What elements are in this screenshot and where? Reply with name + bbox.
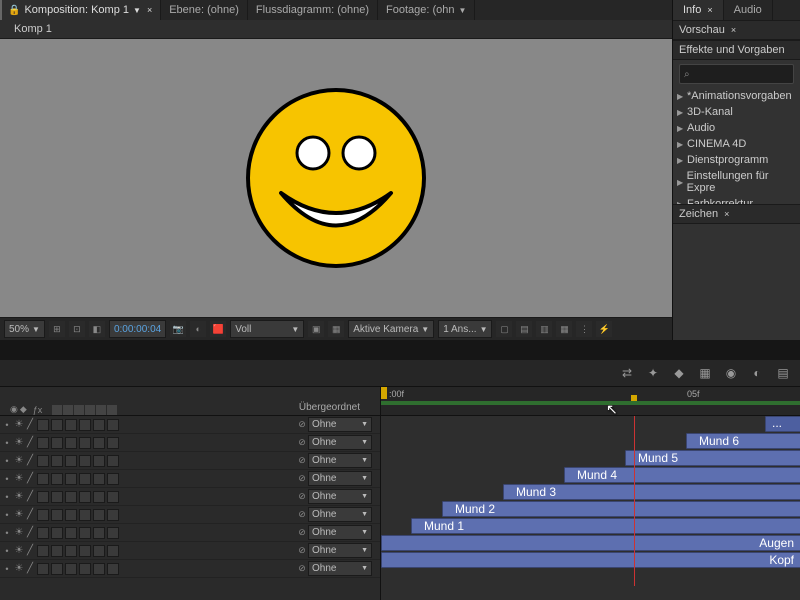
tool-icon[interactable]: ✦ [644,364,662,382]
view-icon-2[interactable]: ▤ [516,321,532,337]
layer-row[interactable]: •☀╱⊘Ohne▼ [0,470,380,488]
chevron-down-icon[interactable]: ▼ [133,6,141,15]
effects-item[interactable]: ▶CINEMA 4D [673,136,800,152]
parent-select[interactable]: Ohne▼ [308,435,372,450]
layer-bar-mund2[interactable]: Mund 2 [442,501,800,517]
panel-effects-header[interactable]: Effekte und Vorgaben [673,40,800,60]
timeline-panel: ⇄ ✦ ◆ ▦ ◉ ◐ ▤ ◉ ◆ ƒx Übergeordnet [0,360,800,600]
view-icon-1[interactable]: ▢ [496,321,512,337]
snapshot-icon[interactable]: 📷 [170,321,186,337]
layer-row[interactable]: •☀╱⊘Ohne▼ [0,560,380,578]
layer-row[interactable]: •☀╱⊘Ohne▼ [0,524,380,542]
roi-icon[interactable]: ▣ [308,321,324,337]
viewer-status-bar: 50%▼ ⊞ ⊡ ◧ 0:00:00:04 📷 ◐ 🟥 Voll▼ ▣ ▦ Ak… [0,317,672,340]
parent-select[interactable]: Ohne▼ [308,453,372,468]
channel-icon[interactable]: ◐ [190,321,206,337]
timeline-toolbar: ⇄ ✦ ◆ ▦ ◉ ◐ ▤ [0,360,800,386]
close-icon[interactable]: × [147,5,152,15]
effects-item[interactable]: ▶*Animationsvorgaben [673,88,800,104]
effects-item[interactable]: ▶Dienstprogramm [673,152,800,168]
layer-bar-mund6[interactable]: Mund 6 [686,433,800,449]
parent-select[interactable]: Ohne▼ [308,471,372,486]
effects-list: ▶*Animationsvorgaben ▶3D-Kanal ▶Audio ▶C… [673,88,800,204]
panel-preview-header[interactable]: Vorschau× [673,20,800,40]
effects-search[interactable]: ⌕ [679,64,794,84]
resolution-select[interactable]: Voll▼ [230,320,304,338]
viewer-tabs: 🔒Komposition: Komp 1▼× Ebene: (ohne) Flu… [0,0,672,20]
tool-icon[interactable]: ▦ [696,364,714,382]
view-icon-4[interactable]: ▦ [556,321,572,337]
parent-select[interactable]: Ohne▼ [308,525,372,540]
tool-icon[interactable]: ▤ [774,364,792,382]
tab-flowchart[interactable]: Flussdiagramm: (ohne) [248,0,378,20]
layer-row[interactable]: •☀╱⊘Ohne▼ [0,542,380,560]
layer-bar-mund3[interactable]: Mund 3 [503,484,800,500]
layer-bar-mund4[interactable]: Mund 4 [564,467,800,483]
layer-bar-augen[interactable]: Augen [381,535,800,551]
tab-audio[interactable]: Audio [724,0,773,20]
transparency-icon[interactable]: ▦ [328,321,344,337]
lock-icon: 🔒 [8,5,20,16]
parent-select[interactable]: Ohne▼ [308,543,372,558]
view-icon-5[interactable]: ⋮ [576,321,592,337]
camera-select[interactable]: Aktive Kamera▼ [348,320,434,338]
tool-icon[interactable]: ◐ [748,364,766,382]
layer-row[interactable]: •☀╱⊘Ohne▼ [0,452,380,470]
timeline-tracks[interactable]: :00f 05f ... Mund 6 Mund 5 Mund 4 Mund 3… [381,387,800,600]
tool-icon[interactable]: ◆ [670,364,688,382]
effects-item[interactable]: ▶Audio [673,120,800,136]
canvas-content [56,53,616,303]
tool-icon[interactable]: ⇄ [618,364,636,382]
parent-select[interactable]: Ohne▼ [308,417,372,432]
views-select[interactable]: 1 Ans...▼ [438,320,492,338]
layer-bar-mund1[interactable]: Mund 1 [411,518,800,534]
tab-footage[interactable]: Footage: (ohn▼ [378,0,475,20]
timeline-layer-list: ◉ ◆ ƒx Übergeordnet •☀╱⊘Ohne▼•☀╱⊘Ohne▼•☀… [0,387,381,600]
parent-select[interactable]: Ohne▼ [308,507,372,522]
layer-bar-mund5[interactable]: Mund 5 [625,450,800,466]
layer-bar-overflow[interactable]: ... [765,416,800,432]
layer-row[interactable]: •☀╱⊘Ohne▼ [0,416,380,434]
fast-preview-icon[interactable]: ⚡ [596,321,612,337]
panel-draw-header[interactable]: Zeichen× [673,204,800,224]
work-start-handle[interactable] [381,387,387,399]
ruler-label: :00f [389,389,404,399]
tool-icon[interactable]: ◉ [722,364,740,382]
side-panels: Info× Audio Vorschau× Effekte und Vorgab… [672,0,800,340]
effects-item[interactable]: ▶Einstellungen für Expre [673,168,800,196]
tab-info[interactable]: Info× [673,0,724,20]
mask-icon[interactable]: ◧ [89,321,105,337]
grid-icon[interactable]: ⊞ [49,321,65,337]
parent-select[interactable]: Ohne▼ [308,561,372,576]
tab-composition[interactable]: 🔒Komposition: Komp 1▼× [0,0,161,20]
chevron-down-icon[interactable]: ▼ [459,6,467,15]
subtab-comp1[interactable]: Komp 1 [6,21,60,37]
layer-bar-kopf[interactable]: Kopf [381,552,800,568]
ruler-label: 05f [687,389,700,399]
effects-item[interactable]: ▶3D-Kanal [673,104,800,120]
parent-select[interactable]: Ohne▼ [308,489,372,504]
time-ruler[interactable]: :00f 05f [381,387,800,416]
zoom-select[interactable]: 50%▼ [4,320,45,338]
smiley-artwork [241,83,431,273]
color-icon[interactable]: 🟥 [210,321,226,337]
tab-layer[interactable]: Ebene: (ohne) [161,0,248,20]
view-icon-3[interactable]: ▥ [536,321,552,337]
layer-row[interactable]: •☀╱⊘Ohne▼ [0,434,380,452]
layer-row[interactable]: •☀╱⊘Ohne▼ [0,506,380,524]
guides-icon[interactable]: ⊡ [69,321,85,337]
playhead[interactable] [634,416,635,586]
layer-row[interactable]: •☀╱⊘Ohne▼ [0,488,380,506]
parent-header: Übergeordnet [299,402,360,415]
comp-subtabs: Komp 1 [0,20,672,39]
current-time[interactable]: 0:00:00:04 [109,320,166,338]
viewer-canvas[interactable] [0,39,672,317]
effects-item[interactable]: ▶Farbkorrektur [673,196,800,204]
composition-viewer: 🔒Komposition: Komp 1▼× Ebene: (ohne) Flu… [0,0,672,340]
